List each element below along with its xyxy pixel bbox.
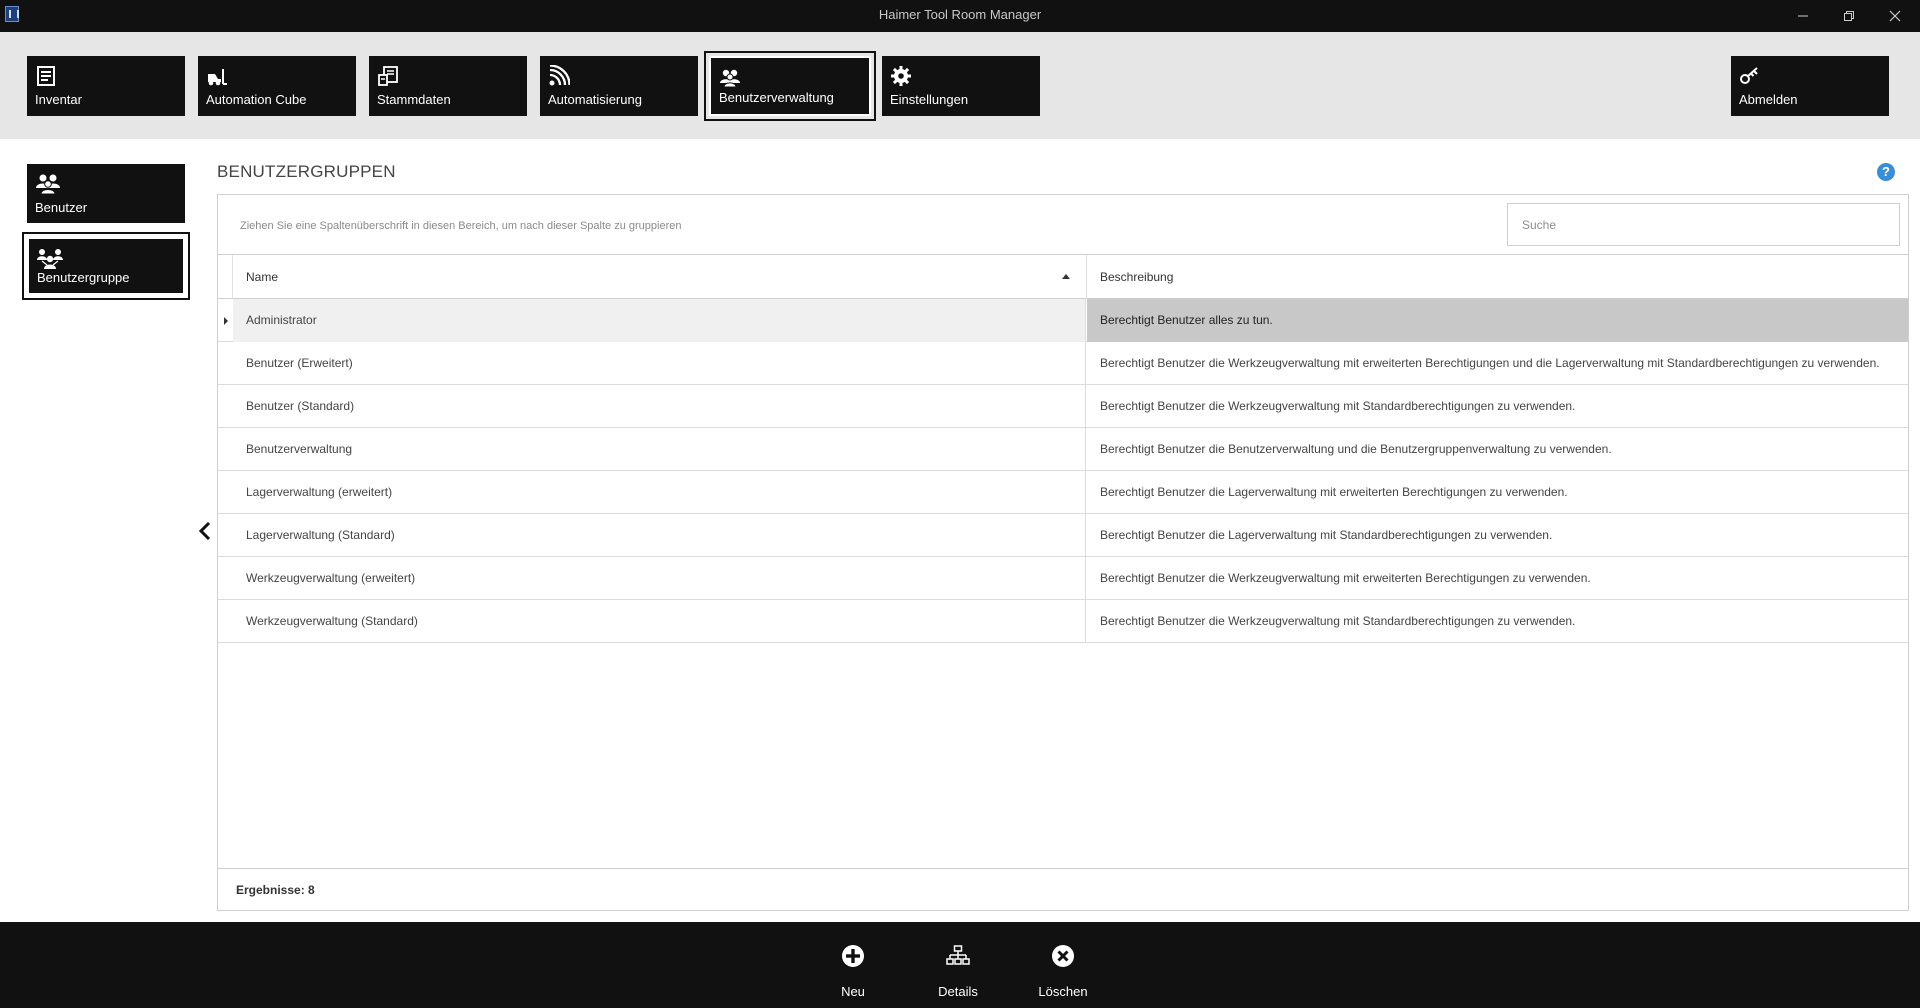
close-icon	[1889, 10, 1901, 22]
window-title: Haimer Tool Room Manager	[878, 7, 1042, 22]
nav-tile-benutzerverwaltung[interactable]: Benutzerverwaltung	[704, 51, 876, 121]
cell-name: Administrator	[233, 299, 1086, 342]
table-row[interactable]: Benutzerverwaltung Berechtigt Benutzer d…	[218, 428, 1908, 471]
user-group-icon	[37, 249, 63, 269]
main-navigation: Inventar Automation Cube Stammdaten Auto…	[0, 32, 1920, 139]
x-circle-icon	[1052, 945, 1074, 967]
close-button[interactable]	[1872, 0, 1918, 32]
search-input[interactable]	[1507, 203, 1900, 246]
row-indicator	[218, 514, 233, 557]
nav-tile-label: Automatisierung	[548, 92, 642, 107]
cell-description: Berechtigt Benutzer die Werkzeugverwaltu…	[1100, 571, 1591, 585]
table-row[interactable]: Administrator Berechtigt Benutzer alles …	[218, 299, 1908, 342]
table-row[interactable]: Werkzeugverwaltung (Standard) Berechtigt…	[218, 600, 1908, 643]
sort-ascending-icon	[1062, 274, 1070, 279]
column-header-label: Beschreibung	[1100, 270, 1174, 284]
minimize-icon	[1798, 15, 1808, 17]
user-groups-grid: Ziehen Sie eine Spaltenüberschrift in di…	[217, 194, 1909, 911]
new-button-label: Neu	[841, 984, 865, 999]
inventory-icon	[37, 66, 55, 86]
results-count: Ergebnisse: 8	[236, 883, 315, 897]
action-bar: Neu Details Löschen	[0, 922, 1920, 1008]
logout-button[interactable]: Abmelden	[1731, 56, 1889, 116]
cell-name: Lagerverwaltung (Standard)	[233, 514, 1086, 557]
table-row[interactable]: Benutzer (Standard) Berechtigt Benutzer …	[218, 385, 1908, 428]
table-row[interactable]: Benutzer (Erweitert) Berechtigt Benutzer…	[218, 342, 1908, 385]
details-button-label: Details	[938, 984, 978, 999]
nav-tile-label: Einstellungen	[890, 92, 969, 107]
cell-description: Berechtigt Benutzer alles zu tun.	[1087, 299, 1908, 342]
column-header-label: Name	[246, 270, 279, 284]
sidebar-item-label: Benutzergruppe	[37, 270, 130, 285]
master-data-icon	[378, 66, 398, 86]
plus-circle-icon	[842, 945, 864, 967]
signal-icon	[549, 65, 570, 86]
cell-description: Berechtigt Benutzer die Werkzeugverwaltu…	[1100, 356, 1880, 370]
forklift-icon	[208, 69, 227, 86]
cell-name: Benutzer (Erweitert)	[233, 342, 1086, 385]
gear-icon	[891, 66, 911, 86]
logout-label: Abmelden	[1739, 92, 1798, 107]
page-title: BENUTZERGRUPPEN	[217, 162, 396, 181]
grid-footer: Ergebnisse: 8	[218, 868, 1908, 910]
grid-header: Name Beschreibung	[218, 255, 1908, 299]
cell-name: Werkzeugverwaltung (erweitert)	[233, 557, 1086, 600]
column-header-description[interactable]: Beschreibung	[1087, 255, 1908, 299]
details-button[interactable]: Details	[908, 922, 1008, 1008]
cell-name: Lagerverwaltung (erweitert)	[233, 471, 1086, 514]
nav-tile-stammdaten[interactable]: Stammdaten	[369, 56, 527, 116]
cell-name: Werkzeugverwaltung (Standard)	[233, 600, 1086, 643]
row-indicator	[218, 557, 233, 600]
row-indicator	[218, 600, 233, 643]
nav-tile-einstellungen[interactable]: Einstellungen	[882, 56, 1040, 116]
sidebar-item-benutzer[interactable]: Benutzer	[27, 164, 185, 223]
nav-tile-label: Automation Cube	[206, 92, 307, 107]
title-bar: Haimer Tool Room Manager	[0, 0, 1920, 32]
table-row[interactable]: Lagerverwaltung (erweitert) Berechtigt B…	[218, 471, 1908, 514]
hierarchy-icon	[946, 945, 970, 965]
row-indicator	[218, 471, 233, 514]
nav-tile-automation-cube[interactable]: Automation Cube	[198, 56, 356, 116]
users-icon	[720, 69, 740, 88]
nav-tile-inventar[interactable]: Inventar	[27, 56, 185, 116]
cell-name: Benutzer (Standard)	[233, 385, 1086, 428]
nav-tile-label: Stammdaten	[377, 92, 451, 107]
table-row[interactable]: Werkzeugverwaltung (erweitert) Berechtig…	[218, 557, 1908, 600]
row-indicator-icon	[218, 299, 233, 342]
nav-tile-label: Inventar	[35, 92, 82, 107]
help-icon[interactable]: ?	[1877, 163, 1895, 181]
nav-tile-automatisierung[interactable]: Automatisierung	[540, 56, 698, 116]
new-button[interactable]: Neu	[803, 922, 903, 1008]
cell-description: Berechtigt Benutzer die Lagerverwaltung …	[1100, 485, 1568, 499]
indent-column-header	[218, 255, 233, 298]
cell-description: Berechtigt Benutzer die Benutzerverwaltu…	[1100, 442, 1612, 456]
minimize-button[interactable]	[1780, 0, 1826, 32]
user-icon	[36, 174, 60, 195]
row-indicator	[218, 385, 233, 428]
group-by-panel[interactable]: Ziehen Sie eine Spaltenüberschrift in di…	[218, 195, 1908, 255]
group-by-hint: Ziehen Sie eine Spaltenüberschrift in di…	[240, 220, 682, 232]
restore-button[interactable]	[1826, 0, 1872, 32]
sidebar-item-benutzergruppe[interactable]: Benutzergruppe	[22, 232, 190, 300]
cell-description: Berechtigt Benutzer die Werkzeugverwaltu…	[1100, 614, 1576, 628]
sidebar-item-label: Benutzer	[35, 200, 88, 215]
row-indicator	[218, 342, 233, 385]
cell-description: Berechtigt Benutzer die Werkzeugverwaltu…	[1100, 399, 1576, 413]
key-icon	[1740, 67, 1758, 84]
nav-tile-label: Benutzerverwaltung	[719, 90, 834, 105]
row-indicator	[218, 428, 233, 471]
collapse-sidebar-chevron-left-icon[interactable]	[196, 520, 214, 542]
column-header-name[interactable]: Name	[233, 255, 1087, 299]
cell-description: Berechtigt Benutzer die Lagerverwaltung …	[1100, 528, 1553, 542]
delete-button[interactable]: Löschen	[1013, 922, 1113, 1008]
cell-name: Benutzerverwaltung	[233, 428, 1086, 471]
restore-icon	[1844, 11, 1854, 21]
delete-button-label: Löschen	[1038, 984, 1088, 999]
table-row[interactable]: Lagerverwaltung (Standard) Berechtigt Be…	[218, 514, 1908, 557]
